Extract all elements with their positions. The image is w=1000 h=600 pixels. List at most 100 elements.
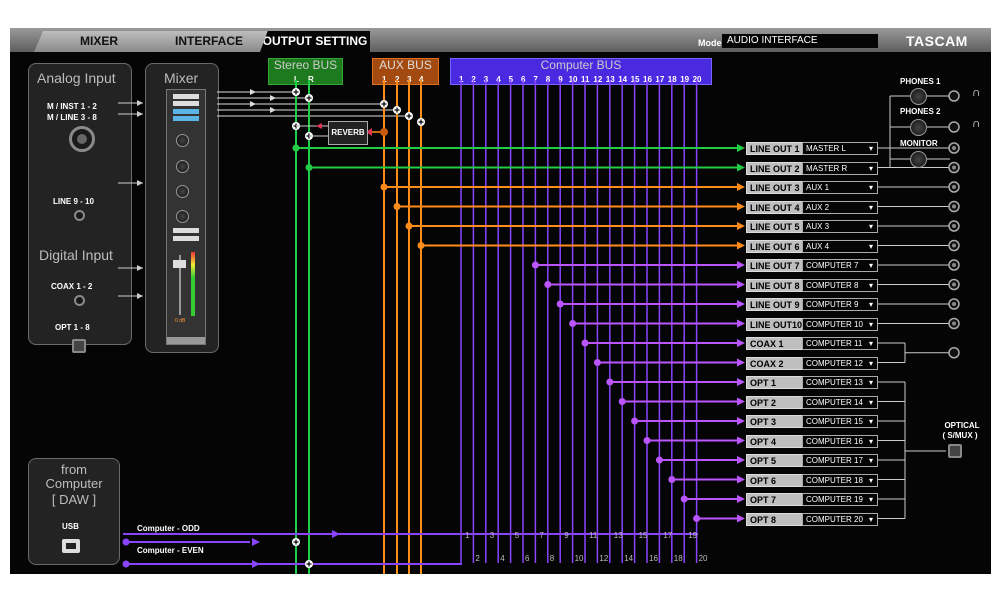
- output-source-select[interactable]: COMPUTER 13 ▾: [802, 376, 878, 389]
- output-source-select[interactable]: COMPUTER 19 ▾: [802, 493, 878, 506]
- output-label: COAX 1: [746, 337, 803, 350]
- dropdown-arrow-icon: ▾: [868, 358, 873, 368]
- output-source-value: COMPUTER 16: [806, 436, 863, 446]
- dropdown-arrow-icon: ▾: [868, 241, 873, 251]
- output-label: OPT 4: [746, 434, 803, 448]
- arrow-icon: [737, 339, 745, 347]
- output-source-select[interactable]: COMPUTER 15 ▾: [802, 415, 878, 428]
- output-source-value: AUX 2: [806, 202, 830, 212]
- dropdown-arrow-icon: ▾: [868, 495, 873, 504]
- output-source-value: COMPUTER 9: [806, 300, 859, 309]
- output-source-select[interactable]: COMPUTER 18 ▾: [802, 473, 878, 487]
- output-source-value: COMPUTER 8: [806, 280, 859, 290]
- computer-even-channel-number: 8: [549, 554, 555, 563]
- computer-odd-channel-number: 1: [465, 531, 470, 540]
- computer-even-channel-number: 14: [624, 554, 634, 563]
- output-source-select[interactable]: COMPUTER 8 ▾: [802, 278, 878, 292]
- output-source-value: AUX 3: [806, 222, 830, 231]
- output-label: COAX 2: [746, 356, 803, 370]
- output-source-select[interactable]: AUX 4 ▾: [802, 239, 878, 253]
- output-source-value: COMPUTER 20: [806, 514, 863, 524]
- reverb-box[interactable]: REVERB: [328, 121, 368, 145]
- route-source-dot: [531, 261, 539, 269]
- dropdown-arrow-icon: ▾: [868, 183, 873, 192]
- optical-out-jack-icon: [948, 444, 962, 458]
- output-jack-icon: [952, 146, 956, 150]
- dropdown-arrow-icon: ▾: [868, 202, 873, 212]
- output-jack-icon: [952, 263, 956, 267]
- output-source-select[interactable]: MASTER L ▾: [802, 142, 878, 155]
- dropdown-arrow-icon: ▾: [868, 300, 873, 309]
- output-source-value: COMPUTER 19: [806, 495, 863, 504]
- computer-even-channel-number: 4: [500, 554, 505, 563]
- computer-odd-channel-number: 13: [613, 531, 623, 540]
- phones2-level-knob[interactable]: [910, 119, 927, 136]
- phones-jack-icon: [948, 90, 960, 102]
- output-source-select[interactable]: COMPUTER 14 ▾: [802, 395, 878, 409]
- output-source-select[interactable]: COMPUTER 10 ▾: [802, 317, 878, 331]
- headphone-icon: ∩: [972, 85, 981, 99]
- output-source-value: COMPUTER 17: [806, 456, 863, 465]
- output-source-select[interactable]: COMPUTER 16 ▾: [802, 434, 878, 448]
- output-jack-icon: [952, 282, 956, 287]
- output-source-value: COMPUTER 12: [806, 358, 863, 368]
- output-label: OPT 5: [746, 454, 803, 467]
- dropdown-arrow-icon: ▾: [868, 319, 873, 329]
- optical-label: OPTICAL: [944, 421, 980, 430]
- arrow-icon: [737, 319, 745, 328]
- route-source-dot: [544, 281, 552, 288]
- computer-odd-channel-number: 7: [539, 531, 544, 540]
- arrow-icon: [737, 456, 745, 464]
- route-source-dot: [305, 164, 313, 171]
- phones1-level-knob[interactable]: [910, 88, 927, 105]
- route-source-dot: [405, 222, 413, 230]
- output-source-select[interactable]: AUX 2 ▾: [802, 200, 878, 214]
- output-source-select[interactable]: COMPUTER 9 ▾: [802, 298, 878, 311]
- arrow-icon: [737, 202, 745, 211]
- computer-odd-channel-number: 15: [638, 531, 648, 540]
- computer-even-channel-number: 10: [574, 554, 584, 563]
- route-source-dot: [643, 437, 651, 444]
- output-jack-icon: [952, 165, 956, 170]
- output-source-select[interactable]: COMPUTER 12 ▾: [802, 356, 878, 370]
- arrow-icon: [316, 123, 322, 129]
- output-label: LINE OUT10: [746, 317, 803, 331]
- route-source-dot: [631, 417, 639, 425]
- output-source-select[interactable]: COMPUTER 20 ▾: [802, 512, 878, 526]
- output-label: OPT 7: [746, 493, 803, 506]
- arrow-icon: [737, 300, 745, 308]
- route-source-dot: [693, 515, 701, 522]
- output-label: LINE OUT 4: [746, 200, 803, 214]
- output-setting-window: MIXER INTERFACE OUTPUT SETTING Mode: AUD…: [10, 28, 991, 574]
- output-source-select[interactable]: COMPUTER 11 ▾: [802, 337, 878, 350]
- output-source-select[interactable]: COMPUTER 7 ▾: [802, 259, 878, 272]
- arrow-icon: [737, 514, 745, 523]
- output-label: OPT 8: [746, 512, 803, 526]
- output-source-value: COMPUTER 11: [806, 339, 863, 348]
- monitor-level-knob[interactable]: [910, 151, 927, 168]
- output-label: LINE OUT 7: [746, 259, 803, 272]
- arrow-icon: [737, 475, 745, 484]
- dropdown-arrow-icon: ▾: [868, 339, 873, 348]
- output-label: OPT 1: [746, 376, 803, 389]
- output-source-value: COMPUTER 14: [806, 397, 863, 407]
- output-source-value: COMPUTER 13: [806, 378, 863, 387]
- output-source-select[interactable]: AUX 3 ▾: [802, 220, 878, 233]
- arrow-icon: [737, 163, 745, 172]
- route-source-dot: [668, 476, 676, 483]
- dropdown-arrow-icon: ▾: [868, 378, 873, 387]
- arrow-icon: [137, 293, 143, 299]
- output-source-value: MASTER R: [806, 163, 848, 173]
- output-source-value: COMPUTER 18: [806, 475, 863, 485]
- computer-odd-channel-number: 17: [663, 531, 673, 540]
- output-source-select[interactable]: MASTER R ▾: [802, 161, 878, 175]
- dropdown-arrow-icon: ▾: [868, 397, 873, 407]
- arrow-icon: [250, 101, 256, 107]
- dropdown-arrow-icon: ▾: [868, 436, 873, 446]
- arrow-icon: [737, 378, 745, 386]
- output-source-select[interactable]: AUX 1 ▾: [802, 181, 878, 194]
- output-source-select[interactable]: COMPUTER 17 ▾: [802, 454, 878, 467]
- route-source-dot: [380, 183, 388, 191]
- computer-odd-label: Computer - ODD: [137, 524, 200, 533]
- computer-even-channel-number: 16: [649, 554, 658, 563]
